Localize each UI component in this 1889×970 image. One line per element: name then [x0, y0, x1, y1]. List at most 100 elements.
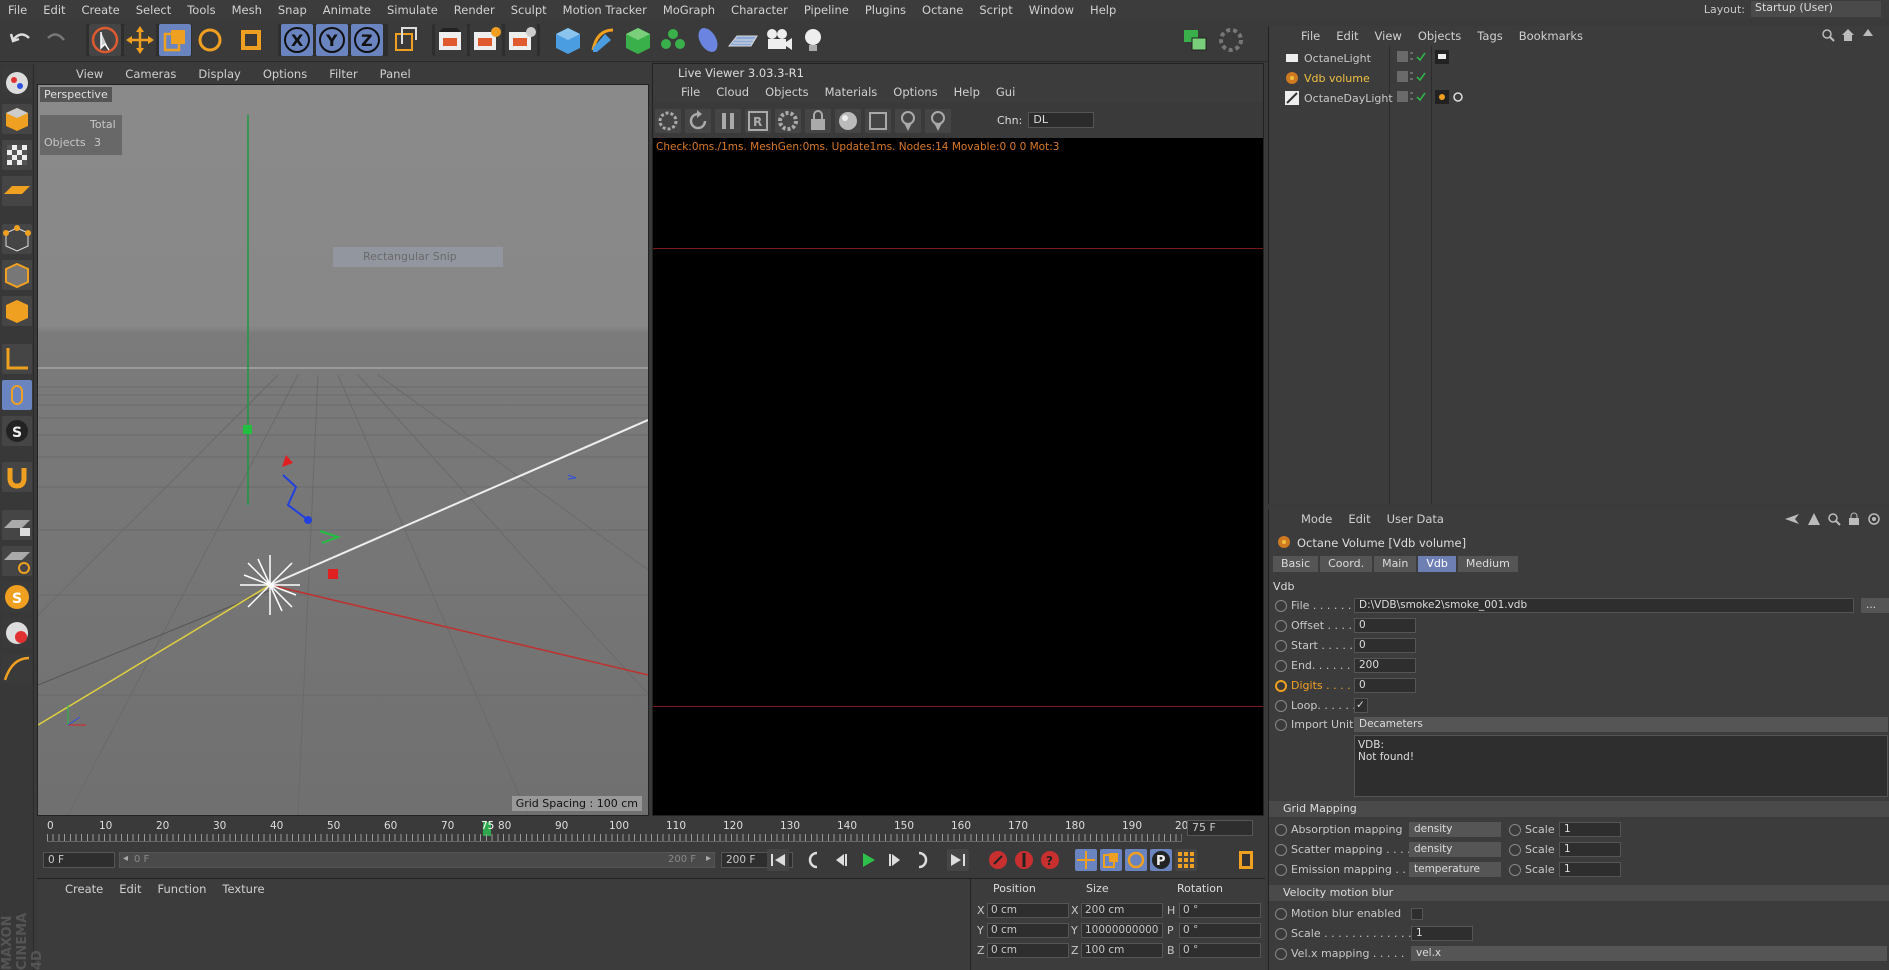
menu-pipeline[interactable]: Pipeline: [796, 3, 857, 17]
size-z-field[interactable]: 100 cm: [1081, 943, 1163, 958]
edges-mode-icon[interactable]: [2, 260, 32, 290]
animate-radio[interactable]: [1275, 948, 1287, 960]
scatter-scale-field[interactable]: 1: [1559, 842, 1621, 857]
snapping-icon[interactable]: S: [2, 416, 32, 446]
sculpt-icon[interactable]: S: [2, 582, 32, 612]
om-menu-objects[interactable]: Objects: [1410, 29, 1469, 43]
tab-vdb[interactable]: Vdb: [1418, 556, 1456, 572]
menu-mesh[interactable]: Mesh: [224, 3, 270, 17]
lv-menu-file[interactable]: File: [673, 85, 708, 99]
visibility-toggle-icon[interactable]: [1397, 90, 1427, 107]
om-menu-edit[interactable]: Edit: [1328, 29, 1366, 43]
previous-frame-icon[interactable]: [830, 849, 852, 871]
focus-picker-icon[interactable]: [895, 109, 921, 133]
last-tool-icon[interactable]: [235, 24, 267, 56]
viewport-canvas[interactable]: Perspective Total Objects 3 Rectangular …: [37, 84, 649, 816]
rotate-tool-icon[interactable]: [194, 24, 226, 56]
x-axis-lock-icon[interactable]: X: [281, 24, 313, 56]
deformer-icon[interactable]: [692, 24, 724, 56]
animate-radio[interactable]: [1509, 844, 1521, 856]
autokey-icon[interactable]: [1013, 849, 1035, 871]
menu-render[interactable]: Render: [446, 3, 503, 17]
target-icon[interactable]: [1867, 512, 1881, 529]
mat-menu-function[interactable]: Function: [150, 882, 215, 896]
rotation-b-field[interactable]: 0 °: [1179, 943, 1261, 958]
key-scale-icon[interactable]: [1100, 849, 1122, 871]
lock-icon[interactable]: [805, 109, 831, 133]
cube-object-icon[interactable]: [552, 24, 584, 56]
polygons-mode-icon[interactable]: [2, 296, 32, 326]
up-arrow-icon[interactable]: [1861, 28, 1875, 45]
object-row-octanelight[interactable]: OctaneLight: [1269, 49, 1889, 67]
menu-octane[interactable]: Octane: [914, 3, 971, 17]
menu-window[interactable]: Window: [1021, 3, 1082, 17]
viewport-menu-view[interactable]: View: [65, 67, 114, 81]
object-row-octanedaylight[interactable]: OctaneDayLight: [1269, 89, 1889, 107]
select-tool-icon[interactable]: [89, 24, 121, 56]
tab-basic[interactable]: Basic: [1273, 556, 1319, 572]
restart-render-icon[interactable]: [685, 109, 711, 133]
cloner-icon[interactable]: [657, 24, 689, 56]
motion-blur-checkbox[interactable]: [1411, 908, 1423, 920]
attr-menu-mode[interactable]: Mode: [1293, 512, 1340, 526]
light-icon[interactable]: [797, 24, 829, 56]
menu-plugins[interactable]: Plugins: [857, 3, 914, 17]
size-y-field[interactable]: 10000000000: [1081, 923, 1163, 938]
start-frame-field[interactable]: 0 F: [43, 852, 115, 868]
channel-dropdown[interactable]: DL: [1028, 112, 1095, 128]
lv-menu-options[interactable]: Options: [885, 85, 945, 99]
back-arrow-icon[interactable]: [1783, 512, 1801, 529]
position-x-field[interactable]: 0 cm: [987, 903, 1069, 918]
frame-ruler[interactable]: 0 10 20 30 40 50 60 70 75 80 90 100 110 …: [47, 820, 1195, 842]
object-name[interactable]: OctaneDayLight: [1304, 92, 1393, 105]
key-position-icon[interactable]: [1075, 849, 1097, 871]
layout-dropdown[interactable]: Startup (User): [1751, 1, 1881, 17]
size-x-field[interactable]: 200 cm: [1081, 903, 1163, 918]
scatter-dropdown[interactable]: density: [1409, 842, 1501, 857]
search-icon[interactable]: [1827, 512, 1841, 529]
viewport-menu-panel[interactable]: Panel: [369, 67, 422, 81]
offset-field[interactable]: 0: [1354, 618, 1416, 633]
tab-main[interactable]: Main: [1374, 556, 1417, 572]
render-picture-viewer-icon[interactable]: [470, 24, 502, 56]
file-path-field[interactable]: D:\VDB\smoke2\smoke_001.vdb: [1354, 598, 1854, 613]
home-icon[interactable]: [1841, 28, 1855, 45]
play-icon[interactable]: [857, 849, 879, 871]
om-menu-view[interactable]: View: [1367, 29, 1410, 43]
key-rotation-icon[interactable]: [1125, 849, 1147, 871]
menu-animate[interactable]: Animate: [315, 3, 379, 17]
y-axis-lock-icon[interactable]: Y: [316, 24, 348, 56]
camera-icon[interactable]: [762, 24, 794, 56]
go-to-end-icon[interactable]: [947, 849, 969, 871]
om-menu-tags[interactable]: Tags: [1469, 29, 1510, 43]
key-parameter-icon[interactable]: P: [1150, 849, 1172, 871]
frame-icon[interactable]: [865, 109, 891, 133]
range-slider[interactable]: ◂ 0 F 200 F ▸: [119, 852, 715, 868]
menu-snap[interactable]: Snap: [270, 3, 315, 17]
animate-radio[interactable]: [1275, 680, 1287, 692]
material-sphere-icon[interactable]: [2, 618, 32, 648]
menu-file[interactable]: File: [0, 3, 35, 17]
menu-motion-tracker[interactable]: Motion Tracker: [555, 3, 655, 17]
viewport-camera-label[interactable]: Perspective: [40, 87, 112, 102]
visibility-toggle-icon[interactable]: [1397, 70, 1427, 87]
section-grid-mapping[interactable]: Grid Mapping: [1269, 801, 1889, 817]
viewport-menu-filter[interactable]: Filter: [318, 67, 368, 81]
key-pla-icon[interactable]: [1175, 849, 1197, 871]
axis-mode-icon[interactable]: [2, 344, 32, 374]
om-menu-bookmarks[interactable]: Bookmarks: [1511, 29, 1591, 43]
section-velocity-motion-blur[interactable]: Velocity motion blur: [1269, 885, 1889, 901]
undo-icon[interactable]: [5, 24, 37, 56]
menu-tools[interactable]: Tools: [179, 3, 223, 17]
previous-key-icon[interactable]: [803, 849, 825, 871]
menu-mograph[interactable]: MoGraph: [655, 3, 723, 17]
render-view-icon[interactable]: [435, 24, 467, 56]
mat-menu-texture[interactable]: Texture: [214, 882, 272, 896]
attr-menu-user-data[interactable]: User Data: [1379, 512, 1452, 526]
menu-edit[interactable]: Edit: [35, 3, 73, 17]
planar-workplane-icon[interactable]: [2, 546, 32, 576]
viewport-menu-display[interactable]: Display: [187, 67, 251, 81]
render-settings-icon[interactable]: [505, 24, 537, 56]
workplane-mode-icon[interactable]: [2, 176, 32, 206]
animate-radio[interactable]: [1275, 660, 1287, 672]
